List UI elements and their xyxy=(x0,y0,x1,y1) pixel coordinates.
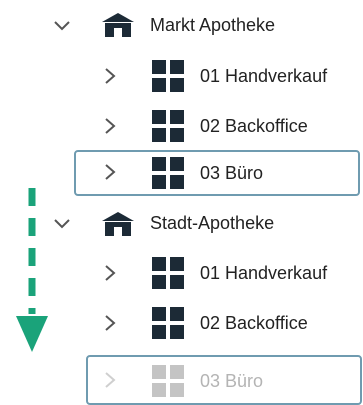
chevron-right-icon xyxy=(105,372,116,388)
tree-item-group[interactable]: Stadt-Apotheke xyxy=(150,205,274,241)
drag-down-arrow-icon xyxy=(16,188,48,352)
grid-icon xyxy=(152,60,184,92)
tree-item-label: 03 Büro xyxy=(200,370,264,391)
tree-item-label: 02 Backoffice xyxy=(200,312,308,333)
chevron-right-icon[interactable] xyxy=(100,162,120,182)
chevron-right-icon[interactable] xyxy=(100,313,120,333)
grid-icon xyxy=(152,307,184,339)
chevron-down-icon[interactable] xyxy=(52,16,72,36)
grid-icon xyxy=(152,157,184,189)
chevron-right-icon[interactable] xyxy=(100,116,120,136)
tree-item-label: 03 Büro xyxy=(200,162,264,183)
tree-item-label: 01 Handverkauf xyxy=(200,262,328,283)
grid-icon xyxy=(152,110,184,142)
tree-item-group[interactable]: Markt Apotheke xyxy=(150,7,275,43)
chevron-right-icon[interactable] xyxy=(100,66,120,86)
house-icon xyxy=(102,13,134,37)
tree-item-buero-drop-preview[interactable]: 03 Büro xyxy=(86,355,362,405)
tree-item-buero-dragging[interactable]: 03 Büro xyxy=(74,150,360,196)
tree-item-label: Stadt-Apotheke xyxy=(150,212,275,233)
grid-icon xyxy=(152,365,184,397)
grid-icon xyxy=(152,257,184,289)
tree-item-label: 02 Backoffice xyxy=(200,115,308,136)
chevron-right-icon[interactable] xyxy=(100,263,120,283)
house-icon xyxy=(102,212,134,236)
tree-item-label: 01 Handverkauf xyxy=(200,65,328,86)
tree-item-label: Markt Apotheke xyxy=(150,14,276,35)
chevron-down-icon[interactable] xyxy=(52,214,72,234)
